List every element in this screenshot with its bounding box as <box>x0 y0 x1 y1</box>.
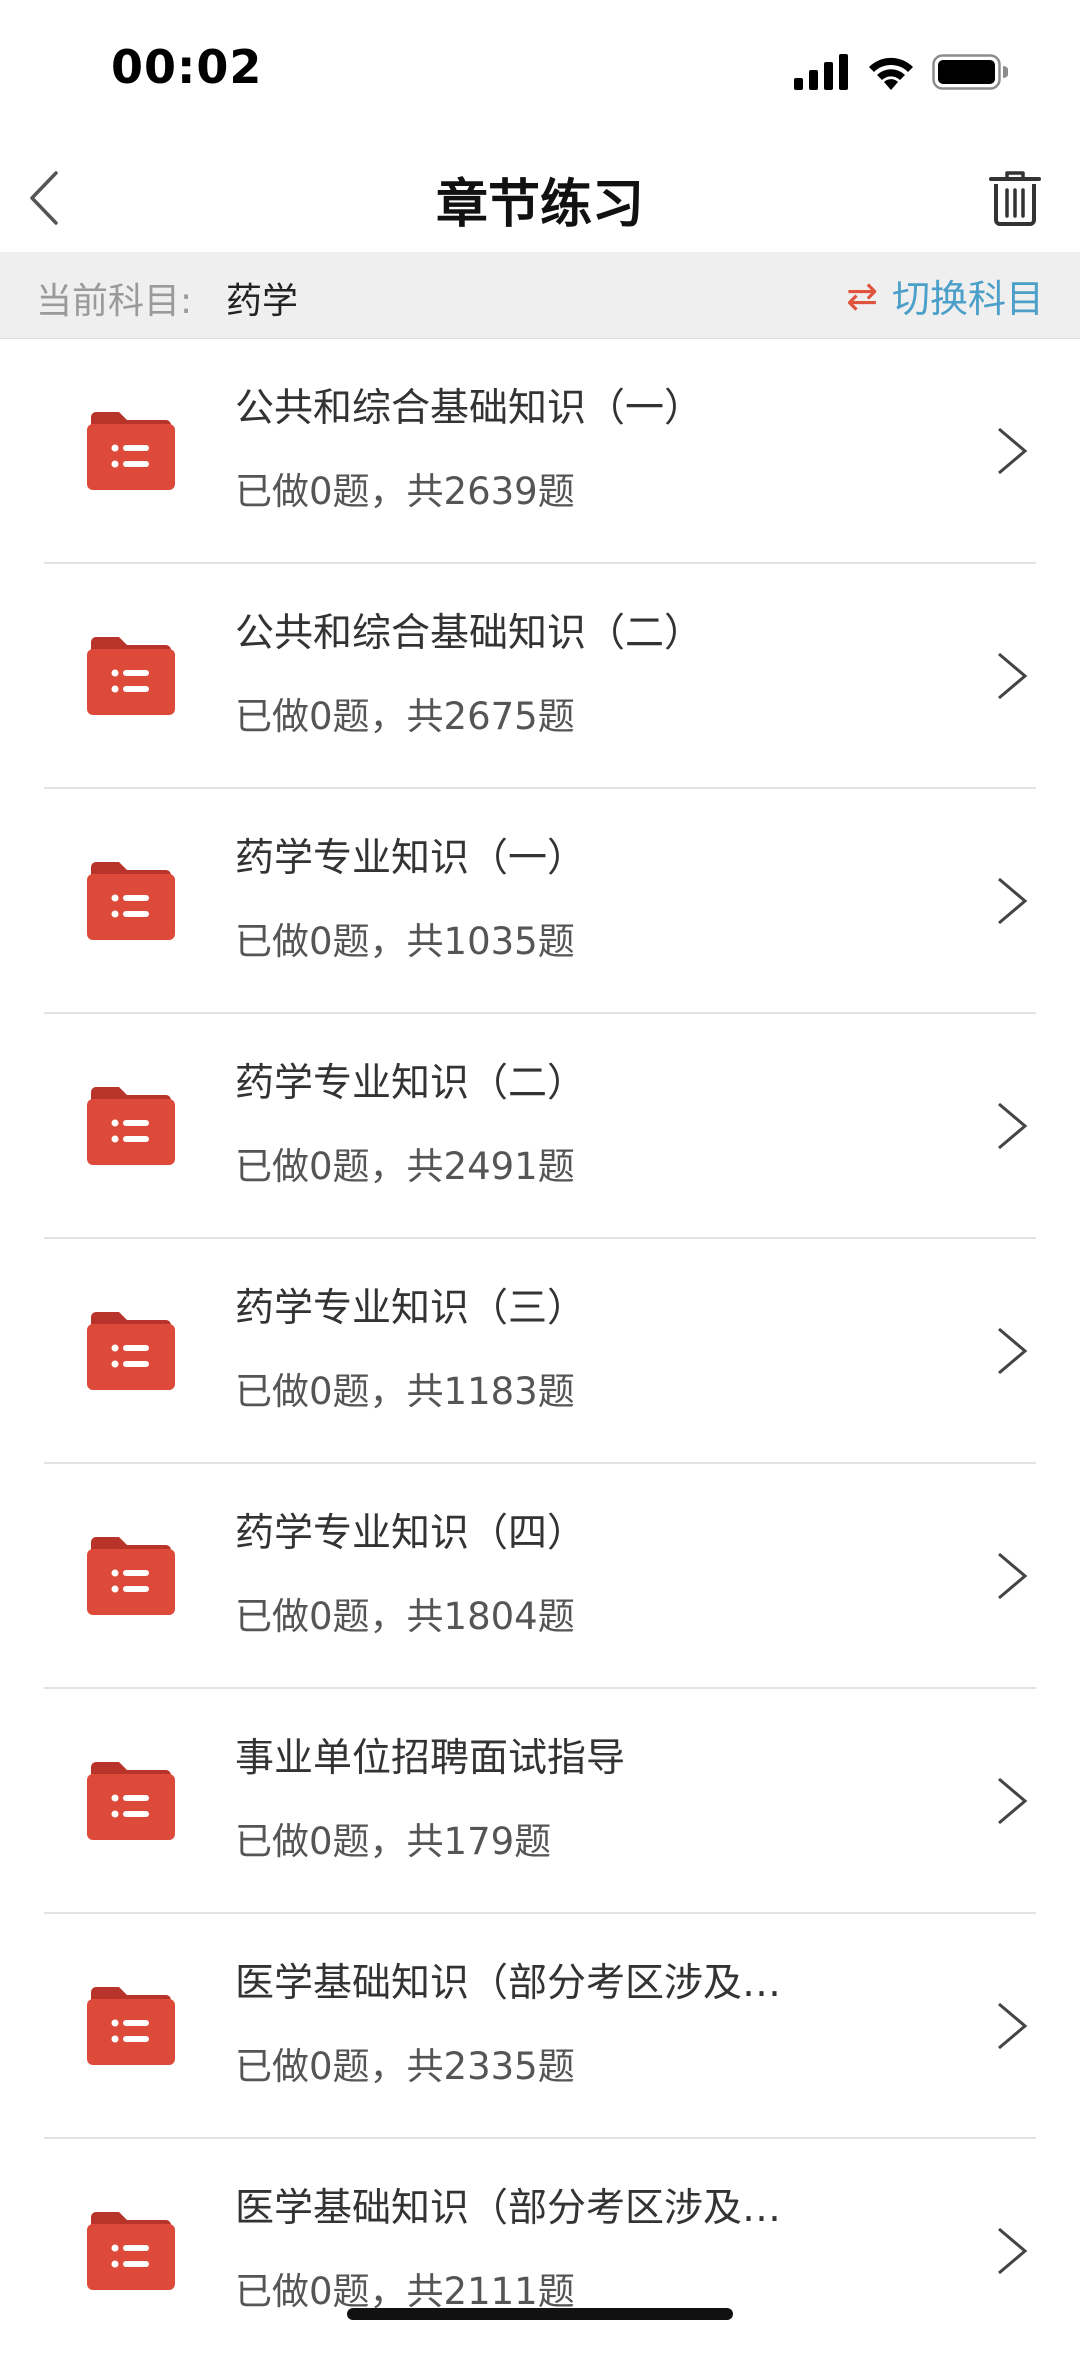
item-title: 医学基础知识（部分考区涉及… <box>235 1961 782 2006</box>
item-progress: 已做0题，共1035题 <box>235 920 575 963</box>
item-progress: 已做0题，共2675题 <box>235 695 575 738</box>
list-item[interactable]: 药学专业知识（四） 已做0题，共1804题 <box>0 1464 1080 1689</box>
item-title: 公共和综合基础知识（二） <box>235 611 704 656</box>
item-progress: 已做0题，共2491题 <box>235 1145 575 1188</box>
subject-bar: 当前科目: 药学 ⇄ 切换科目 <box>0 252 1080 339</box>
item-progress: 已做0题，共2639题 <box>235 470 575 513</box>
folder-list-icon <box>87 2212 175 2290</box>
nav-bar: 章节练习 <box>0 140 1080 252</box>
folder-list-icon <box>87 1987 175 2065</box>
item-progress: 已做0题，共1804题 <box>235 1595 575 1638</box>
item-title: 药学专业知识（三） <box>235 1286 587 1331</box>
list-item[interactable]: 医学基础知识（部分考区涉及… 已做0题，共2335题 <box>0 1914 1080 2139</box>
switch-subject-label: 切换科目 <box>891 277 1044 321</box>
chevron-right-icon <box>998 1552 1028 1600</box>
status-icons <box>794 50 1008 94</box>
chevron-right-icon <box>998 652 1028 700</box>
item-title: 药学专业知识（四） <box>235 1511 587 1556</box>
subject-value: 药学 <box>226 281 299 322</box>
item-progress: 已做0题，共1183题 <box>235 1370 575 1413</box>
item-title: 药学专业知识（二） <box>235 1061 587 1106</box>
chevron-right-icon <box>998 1327 1028 1375</box>
switch-arrows-icon: ⇄ <box>846 273 878 318</box>
chevron-right-icon <box>998 877 1028 925</box>
trash-icon <box>989 171 1041 226</box>
chevron-right-icon <box>998 1102 1028 1150</box>
list-item[interactable]: 药学专业知识（二） 已做0题，共2491题 <box>0 1014 1080 1239</box>
switch-subject-button[interactable]: ⇄ 切换科目 <box>846 268 1044 323</box>
status-time: 00:02 <box>111 40 263 94</box>
folder-list-icon <box>87 862 175 940</box>
folder-list-icon <box>87 412 175 490</box>
item-title: 事业单位招聘面试指导 <box>235 1736 626 1781</box>
folder-list-icon <box>87 1087 175 1165</box>
page-title: 章节练习 <box>435 175 644 235</box>
item-progress: 已做0题，共2111题 <box>235 2270 575 2313</box>
chevron-right-icon <box>998 427 1028 475</box>
chevron-right-icon <box>998 2227 1028 2275</box>
chapter-list: 公共和综合基础知识（一） 已做0题，共2639题 公共和综合基础知识（二） 已做… <box>0 339 1080 2364</box>
wifi-icon <box>869 57 913 90</box>
battery-icon <box>932 54 1008 90</box>
cellular-signal-icon <box>794 54 848 90</box>
chevron-right-icon <box>998 2002 1028 2050</box>
subject-label: 当前科目: <box>36 281 193 322</box>
delete-button[interactable] <box>980 162 1050 234</box>
list-item[interactable]: 公共和综合基础知识（二） 已做0题，共2675题 <box>0 564 1080 789</box>
item-title: 医学基础知识（部分考区涉及… <box>235 2186 782 2231</box>
list-item[interactable]: 药学专业知识（一） 已做0题，共1035题 <box>0 789 1080 1014</box>
list-item[interactable]: 公共和综合基础知识（一） 已做0题，共2639题 <box>0 339 1080 564</box>
folder-list-icon <box>87 1312 175 1390</box>
list-item[interactable]: 事业单位招聘面试指导 已做0题，共179题 <box>0 1689 1080 1914</box>
item-title: 公共和综合基础知识（一） <box>235 386 704 431</box>
item-title: 药学专业知识（一） <box>235 836 587 881</box>
folder-list-icon <box>87 637 175 715</box>
chevron-right-icon <box>998 1777 1028 1825</box>
folder-list-icon <box>87 1762 175 1840</box>
item-progress: 已做0题，共2335题 <box>235 2045 575 2088</box>
folder-list-icon <box>87 1537 175 1615</box>
list-item[interactable]: 医学基础知识（部分考区涉及… 已做0题，共2111题 <box>0 2139 1080 2364</box>
item-progress: 已做0题，共179题 <box>235 1820 552 1863</box>
list-item[interactable]: 药学专业知识（三） 已做0题，共1183题 <box>0 1239 1080 1464</box>
home-indicator[interactable] <box>347 2308 733 2320</box>
status-bar: 00:02 <box>0 0 1080 140</box>
